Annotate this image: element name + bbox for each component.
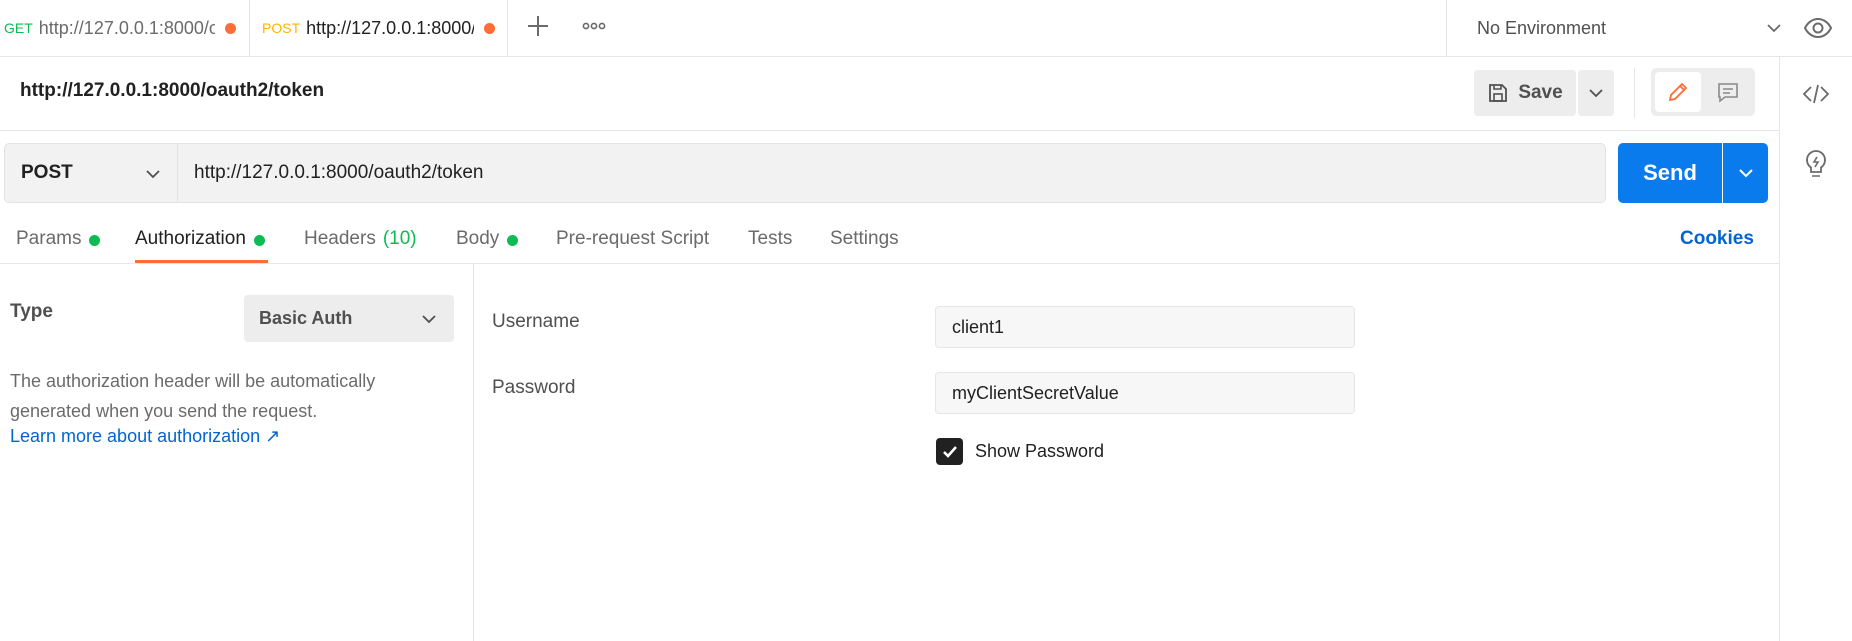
divider — [177, 143, 178, 203]
request-title[interactable]: http://127.0.0.1:8000/oauth2/token — [20, 80, 324, 102]
unsaved-dot — [224, 22, 236, 34]
url-input[interactable]: http://127.0.0.1:8000/oauth2/token — [177, 143, 1606, 203]
tab-params[interactable]: Params — [16, 220, 101, 264]
chevron-down-icon — [1767, 24, 1781, 33]
eye-icon[interactable] — [1802, 12, 1834, 44]
toolbar-divider — [1634, 68, 1635, 118]
chevron-down-icon — [1738, 169, 1753, 178]
show-password-checkbox[interactable] — [936, 438, 963, 465]
tab-authorization[interactable]: Authorization — [135, 220, 265, 264]
auth-type-select[interactable]: Basic Auth — [244, 295, 454, 342]
url-value: http://127.0.0.1:8000/oauth2/token — [194, 162, 484, 183]
password-value: myClientSecretValue — [952, 382, 1119, 403]
tab-settings[interactable]: Settings — [830, 220, 899, 264]
tab-method-label: POST — [262, 20, 301, 36]
learn-more-link[interactable]: Learn more about authorization ↗ — [10, 426, 280, 447]
right-sidebar-divider — [1779, 56, 1780, 641]
status-dot — [253, 235, 265, 246]
username-value: client1 — [952, 316, 1005, 337]
edit-mode-button[interactable] — [1655, 72, 1701, 112]
save-button[interactable]: Save — [1474, 70, 1576, 116]
more-icon[interactable] — [580, 12, 608, 40]
username-label: Username — [492, 311, 580, 332]
request-tab-get[interactable]: GET http://127.0.0.1:8000/oauth2/token — [0, 0, 250, 56]
tab-method-label: GET — [4, 20, 33, 36]
chevron-down-icon — [422, 315, 436, 324]
status-dot — [507, 235, 519, 246]
tab-authorization-label: Authorization — [135, 228, 246, 249]
auth-type-label: Type — [10, 301, 53, 322]
auth-description: The authorization header will be automat… — [10, 371, 376, 421]
plus-icon[interactable] — [524, 12, 552, 40]
checkmark-icon — [942, 445, 957, 458]
send-button[interactable]: Send — [1618, 143, 1722, 203]
tab-body[interactable]: Body — [456, 220, 519, 264]
tab-settings-label: Settings — [830, 228, 899, 249]
save-dropdown-button[interactable] — [1578, 70, 1614, 116]
tab-tests[interactable]: Tests — [748, 220, 792, 264]
tab-headers[interactable]: Headers (10) — [304, 220, 417, 264]
username-field[interactable]: client1 — [935, 306, 1355, 348]
method-select[interactable]: POST — [4, 143, 177, 203]
send-dropdown-button[interactable] — [1723, 143, 1768, 203]
chevron-down-icon — [1589, 89, 1603, 98]
auth-type-value: Basic Auth — [259, 308, 353, 328]
cookies-link[interactable]: Cookies — [1680, 228, 1754, 250]
comment-mode-button[interactable] — [1705, 72, 1751, 112]
divider — [0, 263, 1779, 264]
show-password-label[interactable]: Show Password — [975, 441, 1104, 462]
lightbulb-icon[interactable] — [1802, 148, 1830, 180]
tab-url-label: http://127.0.0.1:8000/oauth2/token — [306, 17, 474, 38]
chevron-down-icon — [146, 170, 160, 179]
save-icon — [1489, 84, 1508, 102]
password-label: Password — [492, 377, 576, 398]
pencil-icon — [1668, 82, 1688, 102]
headers-count: (10) — [382, 228, 417, 249]
request-tab-post[interactable]: POST http://127.0.0.1:8000/oauth2/token — [250, 0, 508, 56]
tab-url-label: http://127.0.0.1:8000/oauth2/token — [38, 17, 215, 38]
status-dot — [89, 235, 101, 246]
send-label: Send — [1643, 160, 1697, 185]
code-icon[interactable] — [1800, 78, 1832, 110]
unsaved-dot — [484, 22, 496, 34]
divider — [0, 130, 1779, 131]
tab-prerequest-label: Pre-request Script — [556, 228, 710, 249]
tab-pre-request-script[interactable]: Pre-request Script — [556, 220, 709, 264]
panel-divider — [473, 264, 474, 641]
tab-params-label: Params — [16, 228, 82, 249]
tab-body-label: Body — [456, 228, 500, 249]
environment-label: No Environment — [1477, 17, 1607, 38]
tab-headers-label: Headers — [304, 228, 376, 249]
comment-icon — [1718, 83, 1738, 103]
environment-selector[interactable]: No Environment — [1446, 0, 1806, 56]
password-field[interactable]: myClientSecretValue — [935, 372, 1355, 414]
tab-tests-label: Tests — [748, 228, 793, 249]
method-label: POST — [21, 162, 73, 183]
save-label: Save — [1518, 82, 1563, 103]
